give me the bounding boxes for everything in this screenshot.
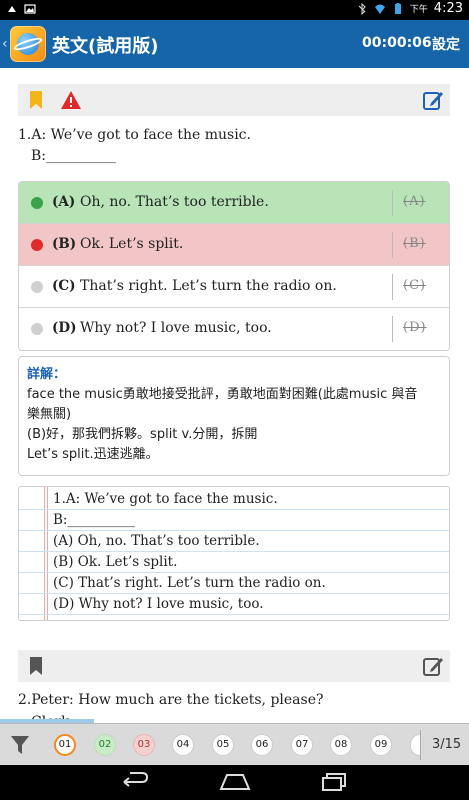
question-number-button[interactable]: 04: [172, 734, 194, 756]
note-text: B:__________: [53, 512, 135, 528]
question-number-button[interactable]: 09: [370, 734, 392, 756]
radio-dot-icon: [31, 323, 43, 335]
note-line: B:__________: [19, 510, 449, 531]
settings-button[interactable]: 設定: [432, 34, 460, 54]
wrong-indicator-icon: [31, 239, 43, 251]
option-a[interactable]: (A) Oh, no. That’s too terrible. (A): [19, 182, 449, 224]
note-text: 1.A: We’ve got to face the music.: [53, 491, 278, 507]
question-number-button[interactable]: 05: [212, 734, 234, 756]
eliminate-option-button[interactable]: (C): [403, 278, 426, 293]
option-d[interactable]: (D) Why not? I love music, too. (D): [19, 308, 449, 350]
question-number-button[interactable]: 06: [251, 734, 273, 756]
eliminate-option-button[interactable]: (A): [403, 194, 426, 209]
note-text: (C) That’s right. Let’s turn the radio o…: [53, 575, 326, 591]
question-number-button-partial[interactable]: [410, 734, 420, 756]
explanation-box: 詳解： face the music勇敢地接受批評，勇敢地面對困難(此處musi…: [18, 356, 450, 476]
option-text: That’s right. Let’s turn the radio on.: [80, 278, 337, 294]
back-chevron-icon[interactable]: ‹: [2, 36, 8, 52]
explanation-line: face the music勇敢地接受批評，勇敢地面對困難(此處music 與音: [27, 387, 418, 402]
note-line: (B) Ok. Let’s split.: [19, 552, 449, 573]
option-letter: (D): [52, 320, 77, 336]
option-c[interactable]: (C) That’s right. Let’s turn the radio o…: [19, 266, 449, 308]
option-text: Ok. Let’s split.: [80, 236, 184, 252]
app-title: 英文(試用版): [52, 36, 159, 57]
filter-icon[interactable]: [11, 735, 29, 755]
option-divider: [392, 316, 393, 342]
option-divider: [392, 232, 393, 258]
question-prompt: 1.A: We’ve got to face the music.: [18, 127, 251, 143]
explanation-line: 樂無關): [27, 407, 72, 422]
system-navigation-bar: [0, 765, 469, 800]
note-line: (C) That’s right. Let’s turn the radio o…: [19, 573, 449, 594]
note-pad[interactable]: 1.A: We’ve got to face the music. B:____…: [18, 486, 450, 621]
back-icon[interactable]: [120, 772, 150, 792]
note-text: (A) Oh, no. That’s too terrible.: [53, 533, 260, 549]
question-navigator: 01 02 03 04 05 06 07 08 09 3/15: [0, 723, 469, 765]
eliminate-option-button[interactable]: (B): [403, 236, 426, 251]
radio-dot-icon: [31, 281, 43, 293]
question-number-button[interactable]: 01: [54, 734, 76, 756]
battery-icon: [394, 2, 401, 14]
correct-indicator-icon: [31, 197, 43, 209]
question-number-button[interactable]: 07: [291, 734, 313, 756]
option-divider: [392, 190, 393, 216]
question-number-button[interactable]: 02: [94, 734, 116, 756]
option-letter: (B): [52, 236, 77, 252]
answer-options: (A) Oh, no. That’s too terrible. (A) (B)…: [18, 181, 450, 351]
recent-apps-icon[interactable]: [321, 772, 349, 792]
edit-note-icon[interactable]: [422, 655, 444, 677]
question-2-prompt: 2.Peter: How much are the tickets, pleas…: [18, 692, 324, 708]
question-scroll-area[interactable]: 1.A: We’ve got to face the music. B:____…: [0, 68, 469, 723]
status-clock: 4:23: [433, 1, 463, 16]
option-text: Why not? I love music, too.: [80, 320, 272, 336]
note-line: (D) Why not? I love music, too.: [19, 594, 449, 615]
report-error-icon[interactable]: [60, 90, 82, 110]
note-line: (A) Oh, no. That’s too terrible.: [19, 531, 449, 552]
question-blank: B:__________: [31, 148, 117, 164]
app-bar: ‹ 英文(試用版) 00:00:06 設定: [0, 20, 469, 68]
explanation-line: Let’s split.迅速逃離。: [27, 447, 159, 462]
option-b[interactable]: (B) Ok. Let’s split. (B): [19, 224, 449, 266]
option-letter: (C): [52, 278, 76, 294]
option-divider: [392, 274, 393, 300]
question-toolbar: [18, 84, 450, 116]
question-progress-count: 3/15: [432, 737, 462, 752]
photo-notification-icon: [24, 4, 36, 14]
note-text: (B) Ok. Let’s split.: [53, 554, 178, 570]
eliminate-option-button[interactable]: (D): [403, 320, 427, 335]
android-notification-icon: [8, 6, 16, 12]
note-text: (D) Why not? I love music, too.: [53, 596, 264, 612]
option-text: Oh, no. That’s too terrible.: [80, 194, 269, 210]
explanation-line: (B)好，那我們拆夥。split v.分開，拆開: [27, 427, 258, 442]
status-bar: 下午 4:23: [0, 0, 469, 20]
question-toolbar-2: [18, 650, 450, 682]
app-logo-icon[interactable]: [10, 26, 46, 62]
home-icon[interactable]: [219, 772, 251, 792]
elapsed-timer: 00:00:06: [362, 35, 432, 51]
question-number-button[interactable]: 08: [330, 734, 352, 756]
nav-divider: [420, 730, 421, 760]
edit-note-icon[interactable]: [422, 89, 444, 111]
explanation-title: 詳解：: [27, 367, 67, 382]
option-letter: (A): [52, 194, 76, 210]
status-ampm: 下午: [409, 5, 428, 15]
bookmark-icon[interactable]: [30, 91, 42, 109]
bookmark-icon[interactable]: [30, 657, 42, 675]
wifi-icon: [374, 4, 385, 14]
bluetooth-off-icon: [358, 2, 366, 15]
note-line: 1.A: We’ve got to face the music.: [19, 489, 449, 510]
question-number-button[interactable]: 03: [133, 734, 155, 756]
